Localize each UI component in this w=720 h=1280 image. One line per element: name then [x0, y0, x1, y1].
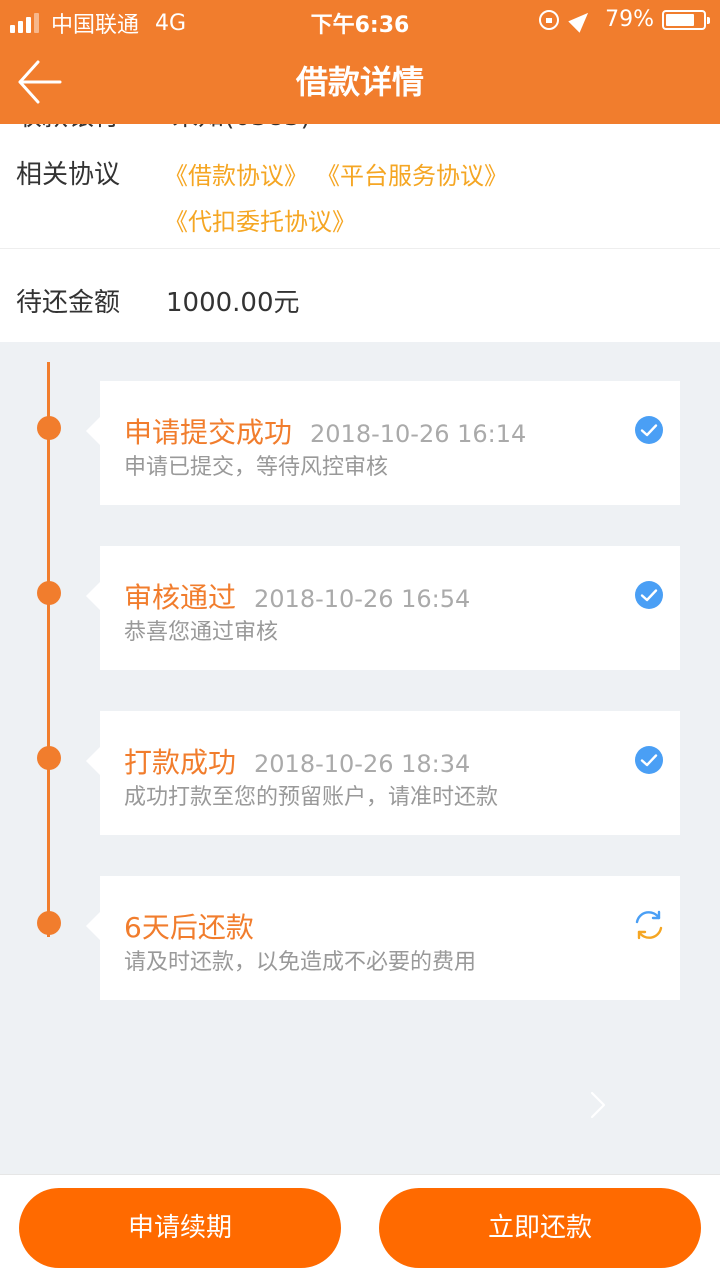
- check-circle-icon: [635, 581, 663, 609]
- timeline-dot: [37, 581, 61, 605]
- card-time: 2018-10-26 16:54: [254, 585, 471, 613]
- debit-agreement-link[interactable]: 《代扣委托协议》: [164, 202, 356, 237]
- card-title-line: 6天后还款: [124, 906, 254, 946]
- pending-amount-value: 1000.00元: [166, 288, 300, 318]
- rotation-lock-icon: [539, 9, 560, 30]
- loan-agreement-link[interactable]: 《借款协议》: [164, 156, 308, 191]
- battery-icon: [662, 9, 710, 30]
- nav-bar: 借款详情: [0, 40, 720, 124]
- timeline-card-approved: 审核通过 2018-10-26 16:54 恭喜您通过审核: [86, 546, 680, 670]
- status-bar: 中国联通 4G 下午6:36 79%: [0, 0, 720, 40]
- chevron-right-icon: [590, 1091, 606, 1119]
- timeline-card-repay: 6天后还款 请及时还款，以免造成不必要的费用: [86, 876, 680, 1000]
- status-right: 79%: [539, 6, 710, 33]
- card-desc: 恭喜您通过审核: [124, 620, 279, 645]
- card-desc: 请及时还款，以免造成不必要的费用: [124, 950, 477, 975]
- card-time: 2018-10-26 16:14: [310, 420, 527, 448]
- card-desc: 申请已提交，等待风控审核: [124, 455, 389, 480]
- timeline-dot: [37, 746, 61, 770]
- card-title-line: 审核通过 2018-10-26 16:54: [124, 576, 470, 616]
- renew-button[interactable]: 申请续期: [19, 1188, 341, 1268]
- timeline-dot: [37, 416, 61, 440]
- timeline-card-disbursed: 打款成功 2018-10-26 18:34 成功打款至您的预留账户，请准时还款: [86, 711, 680, 835]
- card-title: 6天后还款: [124, 911, 254, 944]
- divider: [0, 248, 720, 249]
- refresh-icon: [635, 910, 663, 940]
- battery-percent: 79%: [605, 7, 654, 32]
- check-circle-icon: [635, 416, 663, 444]
- card-title: 审核通过: [124, 581, 237, 614]
- card-title: 打款成功: [124, 746, 237, 779]
- check-circle-icon: [635, 746, 663, 774]
- loan-info-section: 收款银行 未知(0383) 相关协议 《借款协议》 《平台服务协议》 《代扣委托…: [0, 110, 720, 342]
- timeline-line: [47, 362, 50, 937]
- repay-now-button[interactable]: 立即还款: [379, 1188, 701, 1268]
- card-title: 申请提交成功: [124, 416, 293, 449]
- card-title-line: 申请提交成功 2018-10-26 16:14: [124, 411, 526, 451]
- timeline-card-submitted: 申请提交成功 2018-10-26 16:14 申请已提交，等待风控审核: [86, 381, 680, 505]
- pending-amount-label: 待还金额: [16, 288, 121, 318]
- battery-fill: [666, 13, 695, 26]
- agreements-label: 相关协议: [16, 160, 121, 190]
- card-desc: 成功打款至您的预留账户，请准时还款: [124, 785, 499, 810]
- timeline-dot: [37, 911, 61, 935]
- bottom-action-bar: 申请续期 立即还款: [0, 1174, 720, 1280]
- page-title: 借款详情: [295, 63, 424, 101]
- timeline-section: 申请提交成功 2018-10-26 16:14 申请已提交，等待风控审核 审核通过…: [0, 342, 720, 1174]
- card-title-line: 打款成功 2018-10-26 18:34: [124, 741, 470, 781]
- platform-agreement-link[interactable]: 《平台服务协议》: [316, 156, 508, 191]
- card-time: 2018-10-26 18:34: [254, 750, 471, 778]
- location-icon: [568, 6, 594, 33]
